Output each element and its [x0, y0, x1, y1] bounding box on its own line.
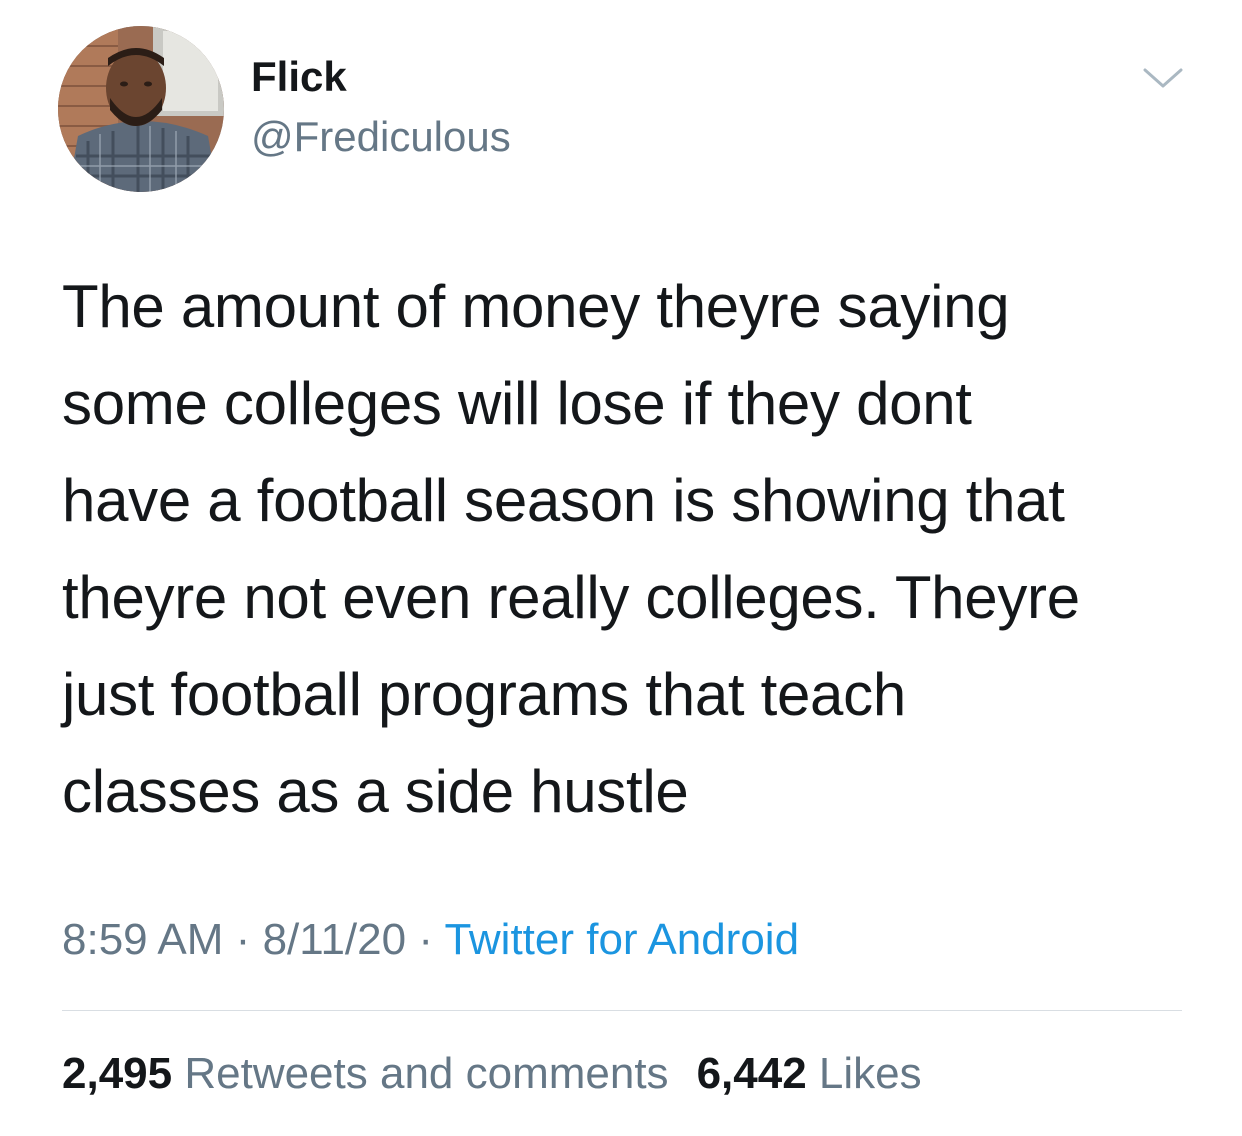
- tweet-source-link[interactable]: Twitter for Android: [444, 915, 799, 964]
- tweet-meta: 8:59 AM · 8/11/20 · Twitter for Android: [62, 912, 799, 968]
- display-name[interactable]: Flick: [251, 52, 347, 102]
- tweet-text: The amount of money theyre saying some c…: [62, 258, 1212, 840]
- meta-separator: ·: [235, 915, 251, 964]
- divider: [62, 1010, 1182, 1011]
- chevron-down-icon[interactable]: [1138, 58, 1188, 98]
- likes-label: Likes: [818, 1049, 922, 1098]
- tweet-text-line: some colleges will lose if they dont: [62, 370, 972, 437]
- tweet-stats: 2,495 Retweets and comments 6,442 Likes: [62, 1046, 922, 1102]
- retweets-stat[interactable]: 2,495 Retweets and comments: [62, 1049, 669, 1098]
- avatar[interactable]: [58, 26, 224, 192]
- tweet-time[interactable]: 8:59 AM: [62, 915, 223, 964]
- retweets-label: Retweets and comments: [184, 1049, 669, 1098]
- retweets-count: 2,495: [62, 1049, 173, 1098]
- likes-count: 6,442: [696, 1049, 807, 1098]
- tweet-card: Flick @Frediculous The amount of money t…: [0, 0, 1242, 1136]
- user-handle[interactable]: @Frediculous: [251, 112, 511, 162]
- tweet-text-line: The amount of money theyre saying: [62, 273, 1010, 340]
- tweet-text-line: have a football season is showing that: [62, 467, 1065, 534]
- tweet-text-line: classes as a side hustle: [62, 758, 689, 825]
- tweet-text-line: theyre not even really colleges. Theyre: [62, 564, 1080, 631]
- likes-stat[interactable]: 6,442 Likes: [697, 1049, 922, 1098]
- tweet-date[interactable]: 8/11/20: [263, 915, 407, 964]
- tweet-text-line: just football programs that teach: [62, 661, 906, 728]
- meta-separator: ·: [418, 915, 433, 964]
